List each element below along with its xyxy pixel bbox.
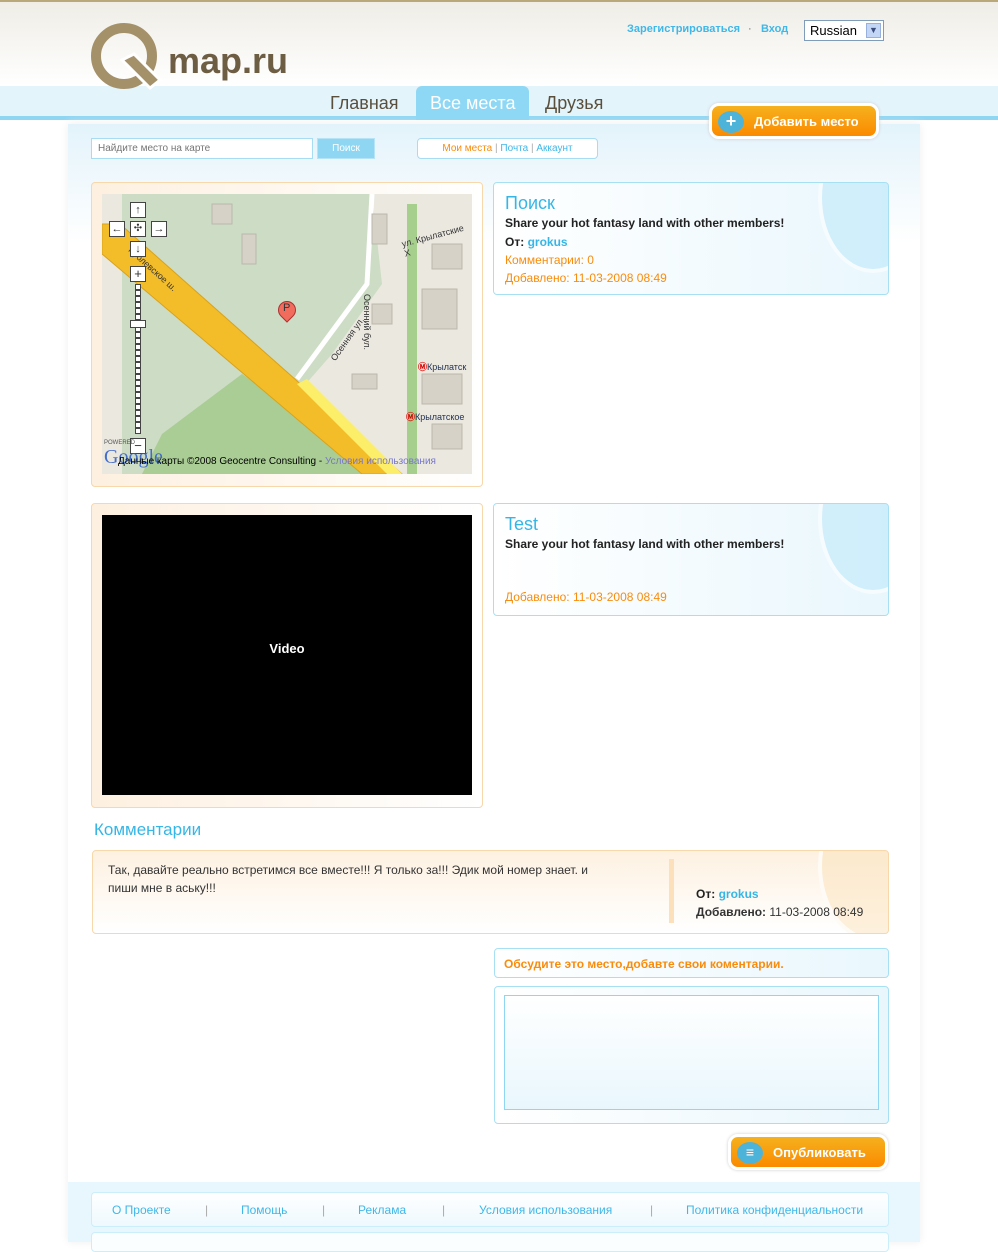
tab-friends[interactable]: Друзья: [531, 86, 617, 120]
divider: |: [322, 1203, 326, 1217]
separator-dot: ·: [748, 23, 752, 35]
account-link[interactable]: Аккаунт: [536, 143, 572, 154]
logo-text[interactable]: map.ru: [168, 40, 288, 82]
zoom-in-icon[interactable]: +: [130, 266, 146, 282]
author-link[interactable]: grokus: [719, 887, 759, 901]
metro-label: ⓂКрылатск: [418, 362, 467, 372]
register-link[interactable]: Зарегистрироваться: [627, 23, 740, 35]
search-input[interactable]: [91, 138, 313, 159]
divider: |: [530, 143, 534, 154]
tab-all-places[interactable]: Все места: [416, 86, 530, 120]
footer-link-ads[interactable]: Реклама: [358, 1203, 406, 1217]
comment-text: Так, давайте реально встретимся все вмес…: [108, 863, 588, 895]
search-button[interactable]: Поиск: [317, 138, 375, 159]
place-title[interactable]: Test: [505, 514, 538, 535]
add-place-label: Добавить место: [754, 114, 859, 129]
language-value: Russian: [810, 23, 857, 38]
footer-bottom-box: [91, 1232, 889, 1252]
comment-author: От: grokus: [696, 887, 759, 901]
language-select[interactable]: Russian ▼: [804, 20, 884, 41]
place-description: Share your hot fantasy land with other m…: [505, 216, 785, 230]
decorative-arc: [818, 504, 888, 594]
pan-left-icon[interactable]: ←: [109, 221, 125, 237]
add-place-button[interactable]: + Добавить место: [709, 103, 879, 139]
place-author: От: grokus: [505, 235, 568, 249]
footer-link-privacy[interactable]: Политика конфиденциальности: [686, 1203, 863, 1217]
divider: |: [205, 1203, 209, 1217]
metro-label: ⓂКрылатское: [406, 412, 465, 422]
menu-lines-icon: ≡: [737, 1142, 763, 1164]
comments-heading: Комментарии: [94, 820, 202, 839]
divider: [669, 859, 674, 923]
video-label: Video: [269, 641, 305, 656]
my-places-link[interactable]: Мои места: [442, 143, 492, 154]
footer-link-about[interactable]: О Проекте: [112, 1203, 171, 1217]
place-info-card: Поиск Share your hot fantasy land with o…: [493, 182, 889, 295]
comment-item: Так, давайте реально встретимся все вмес…: [92, 850, 889, 934]
decorative-arc: [818, 851, 888, 933]
pan-right-icon[interactable]: →: [151, 221, 167, 237]
video-player[interactable]: Video: [102, 515, 472, 795]
map-terms-link[interactable]: Условия использования: [325, 456, 436, 467]
footer-link-terms[interactable]: Условия использования: [479, 1203, 612, 1217]
plus-icon: +: [718, 111, 744, 133]
divider: |: [650, 1203, 654, 1217]
chevron-down-icon: ▼: [866, 23, 881, 38]
footer-links: О Проекте | Помощь | Реклама | Условия и…: [91, 1192, 889, 1227]
comment-textarea[interactable]: [504, 995, 879, 1110]
marker-label: P: [283, 302, 291, 314]
place-description: Share your hot fantasy land with other m…: [505, 537, 785, 551]
added-date: Добавлено: 11-03-2008 08:49: [505, 590, 667, 604]
divider: |: [442, 1203, 446, 1217]
pan-up-icon[interactable]: ↑: [130, 202, 146, 218]
publish-label: Опубликовать: [773, 1145, 866, 1160]
place-title[interactable]: Поиск: [505, 193, 555, 214]
tab-home[interactable]: Главная: [316, 86, 413, 120]
user-links: Мои места | Почта | Аккаунт: [417, 138, 598, 159]
pan-center-icon[interactable]: ✣: [130, 221, 146, 237]
zoom-slider[interactable]: [135, 284, 141, 434]
comment-prompt: Обсудите это место,добавте свои коментар…: [494, 948, 889, 978]
comments-count: Комментарии: 0: [505, 253, 594, 267]
publish-button[interactable]: ≡ Опубликовать: [728, 1134, 888, 1170]
author-link[interactable]: grokus: [528, 235, 568, 249]
decorative-arc: [818, 183, 888, 273]
comment-prompt-text: Обсудите это место,добавте свои коментар…: [504, 957, 784, 971]
pan-down-icon[interactable]: ↓: [130, 241, 146, 257]
place-info-card: Test Share your hot fantasy land with ot…: [493, 503, 889, 616]
mail-link[interactable]: Почта: [500, 143, 528, 154]
comment-date: Добавлено: 11-03-2008 08:49: [696, 905, 864, 919]
login-link[interactable]: Вход: [761, 23, 788, 35]
divider: |: [495, 143, 498, 154]
added-date: Добавлено: 11-03-2008 08:49: [505, 271, 667, 285]
map-attribution: Данные карты ©2008 Geocentre Consulting …: [118, 456, 436, 467]
footer-link-help[interactable]: Помощь: [241, 1203, 287, 1217]
comment-form: [494, 986, 889, 1124]
map[interactable]: ул. Крылатские Х Осенний бул. Осенняя ул…: [102, 194, 472, 474]
zoom-slider-handle[interactable]: [130, 320, 146, 328]
map-controls: ↑ ← ✣ → ↓ + −: [109, 202, 169, 462]
